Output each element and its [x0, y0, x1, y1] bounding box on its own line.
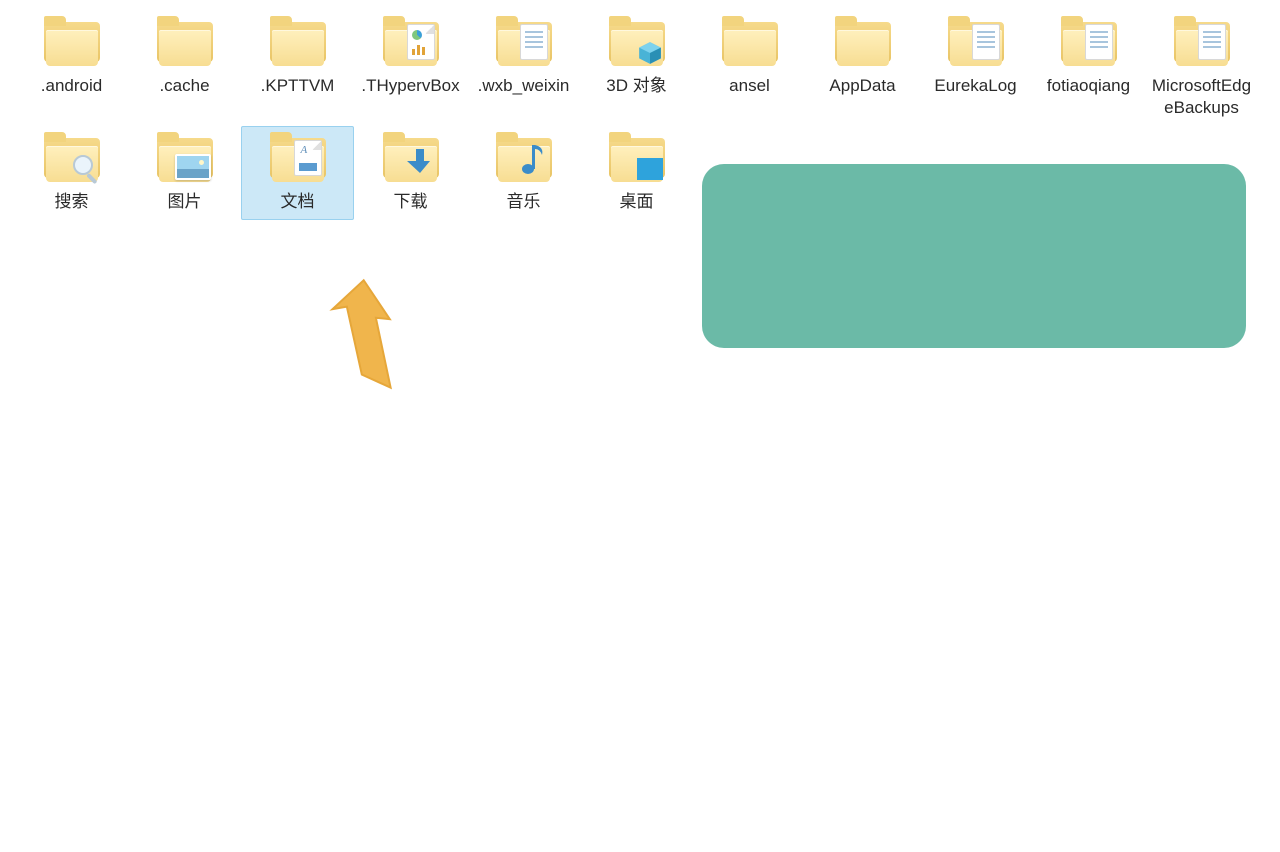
folder-label: .THypervBox [361, 75, 459, 97]
folder-icon [492, 133, 556, 187]
annotation-overlay-box [702, 164, 1246, 348]
folder-icon [831, 17, 895, 71]
folder-appdata[interactable]: AppData [806, 10, 919, 126]
folder-msedge-backups[interactable]: MicrosoftEdgeBackups [1145, 10, 1258, 126]
folder-label: EurekaLog [934, 75, 1016, 97]
search-icon [70, 152, 102, 184]
folder-thypervbox[interactable]: .THypervBox [354, 10, 467, 126]
folder-label: ansel [729, 75, 770, 97]
folder-label: AppData [829, 75, 895, 97]
folder-label: .wxb_weixin [478, 75, 570, 97]
folder-label: fotiaoqiang [1047, 75, 1130, 97]
music-note-icon [520, 143, 546, 180]
folder-downloads[interactable]: 下载 [354, 126, 467, 220]
folder-icon [1057, 17, 1121, 71]
folder-label: 桌面 [620, 191, 654, 213]
folder-documents[interactable]: A 文档 [241, 126, 354, 220]
folder-fotiaoqiang[interactable]: fotiaoqiang [1032, 10, 1145, 126]
cube-icon [637, 40, 663, 66]
folder-icon [1170, 17, 1234, 71]
folder-android[interactable]: .android [15, 10, 128, 126]
folder-eurekalog[interactable]: EurekaLog [919, 10, 1032, 126]
folder-label: .KPTTVM [261, 75, 335, 97]
folder-label: 搜索 [55, 191, 89, 213]
folder-icon [718, 17, 782, 71]
download-arrow-icon [407, 147, 433, 180]
folder-icon [605, 133, 669, 187]
folder-wxb-weixin[interactable]: .wxb_weixin [467, 10, 580, 126]
folder-icon [40, 17, 104, 71]
folder-pictures[interactable]: 图片 [128, 126, 241, 220]
folder-label: 3D 对象 [606, 75, 666, 97]
folder-searches[interactable]: 搜索 [15, 126, 128, 220]
document-icon: A [294, 140, 322, 176]
folder-label: .cache [159, 75, 209, 97]
annotation-pointer-arrow-icon [318, 275, 418, 400]
folder-label: .android [41, 75, 102, 97]
folder-icon [605, 17, 669, 71]
folder-desktop[interactable]: 桌面 [580, 126, 693, 220]
folder-icon [266, 17, 330, 71]
folder-icon [153, 133, 217, 187]
folder-icon [944, 17, 1008, 71]
photo-icon [175, 154, 211, 180]
folder-icon: A [266, 133, 330, 187]
folder-label: 下载 [394, 191, 428, 213]
folder-icon [40, 133, 104, 187]
folder-music[interactable]: 音乐 [467, 126, 580, 220]
folder-kpttvm[interactable]: .KPTTVM [241, 10, 354, 126]
folder-icon [379, 17, 443, 71]
folder-label: 图片 [168, 191, 202, 213]
folder-icon [379, 133, 443, 187]
folder-3d-objects[interactable]: 3D 对象 [580, 10, 693, 126]
folder-icon [153, 17, 217, 71]
folder-ansel[interactable]: ansel [693, 10, 806, 126]
folder-cache[interactable]: .cache [128, 10, 241, 126]
desktop-icon [637, 158, 663, 180]
folder-label: 文档 [281, 191, 315, 213]
folder-label: 音乐 [507, 191, 541, 213]
folder-icon [492, 17, 556, 71]
folder-label: MicrosoftEdgeBackups [1148, 75, 1255, 119]
